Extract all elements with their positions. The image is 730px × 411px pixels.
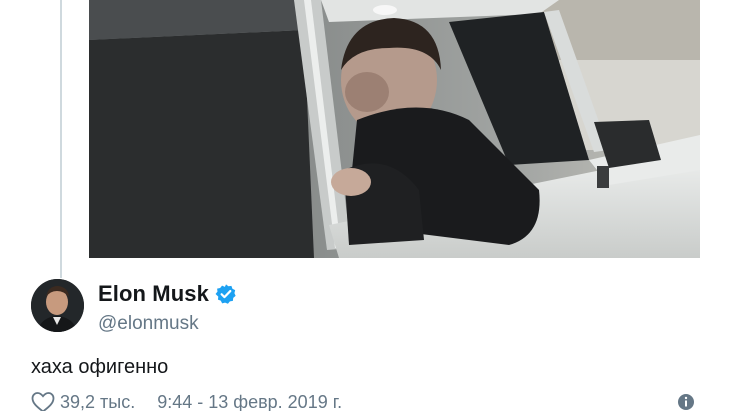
tweet-author[interactable]: Elon Musk @elonmusk: [31, 279, 237, 335]
avatar[interactable]: [31, 279, 84, 332]
display-name[interactable]: Elon Musk: [98, 281, 209, 307]
author-names: Elon Musk @elonmusk: [98, 281, 237, 335]
tweet-footer: 39,2 тыс. 9:44 - 13 февр. 2019 г.: [31, 391, 342, 411]
like-count[interactable]: 39,2 тыс.: [60, 392, 135, 411]
verified-badge-icon: [215, 283, 237, 305]
heart-icon[interactable]: [31, 391, 55, 411]
tweet-text: хаха офигенно: [31, 356, 169, 378]
tweet-page: Elon Musk @elonmusk хаха офигенно 39,2 т…: [0, 0, 730, 411]
display-name-row: Elon Musk: [98, 281, 237, 307]
tweet-timestamp[interactable]: 9:44 - 13 февр. 2019 г.: [157, 392, 342, 411]
tweet-media-image[interactable]: [89, 0, 700, 258]
thread-line: [60, 0, 62, 278]
info-icon[interactable]: [677, 393, 695, 411]
author-handle[interactable]: @elonmusk: [98, 313, 237, 335]
